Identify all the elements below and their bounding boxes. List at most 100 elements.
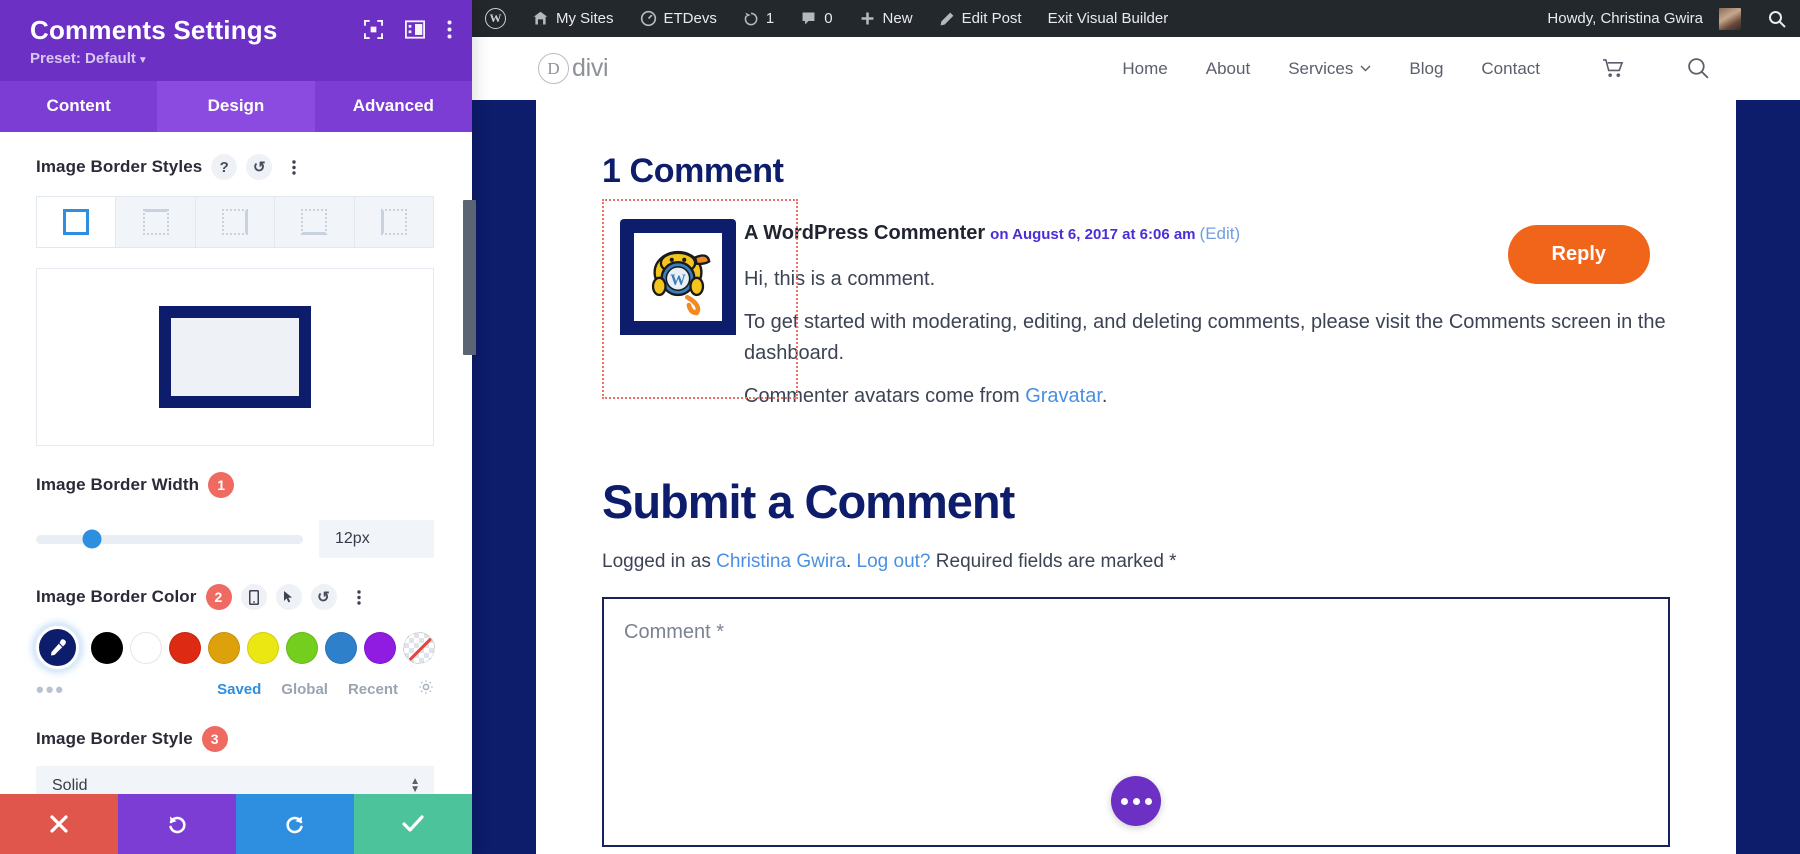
color-tab-recent[interactable]: Recent (348, 681, 398, 698)
color-tab-saved[interactable]: Saved (217, 681, 261, 698)
adminbar-wp-logo[interactable]: W (472, 0, 519, 37)
adminbar-item-comments[interactable]: 0 (787, 0, 845, 37)
module-settings-panel: Comments Settings Preset: Default ▼ Cont… (0, 0, 472, 854)
nav-label: Home (1122, 58, 1168, 78)
border-width-value[interactable]: 12px (319, 520, 434, 559)
tab-advanced[interactable]: Advanced (315, 81, 472, 132)
settings-panel-scrollbar[interactable] (463, 200, 476, 355)
adminbar-item-my-sites[interactable]: My Sites (519, 0, 627, 37)
slider-handle[interactable] (82, 529, 102, 549)
layout-panel-icon[interactable] (405, 20, 425, 39)
divi-logo[interactable]: D divi (538, 53, 609, 84)
adminbar-howdy[interactable]: Howdy, Christina Gwira (1534, 0, 1754, 37)
settings-panel-body: Image Border Styles ? ↺ Image Border Wid… (0, 132, 472, 794)
adminbar-label: Exit Visual Builder (1047, 10, 1169, 27)
border-left-icon (380, 209, 407, 236)
adminbar-item-exit-visual-builder[interactable]: Exit Visual Builder (1035, 0, 1182, 37)
swatch-purple[interactable] (364, 631, 396, 664)
comment-edit-link[interactable]: (Edit) (1200, 224, 1241, 243)
comment-item: W A WordPress Commenter on August 6, 2017… (602, 199, 1670, 412)
tab-design[interactable]: Design (157, 81, 315, 133)
border-width-slider[interactable] (36, 529, 303, 549)
focus-icon[interactable] (364, 20, 383, 39)
tab-content[interactable]: Content (0, 81, 157, 132)
undo-icon[interactable]: ↺ (246, 154, 273, 181)
color-tab-global[interactable]: Global (281, 681, 328, 698)
comment-text: Hi, this is a comment. To get started wi… (744, 264, 1670, 412)
nav-label: Blog (1409, 58, 1444, 78)
adminbar-item-updates[interactable]: 1 (730, 0, 787, 37)
undo-button[interactable] (118, 794, 236, 854)
save-button[interactable] (354, 794, 472, 854)
border-option-left-side[interactable] (353, 196, 435, 249)
adminbar-search-button[interactable] (1754, 0, 1800, 37)
comment-bubble-icon (802, 12, 815, 25)
cart-button[interactable] (1602, 58, 1625, 79)
site-search-button[interactable] (1687, 57, 1710, 80)
nav-item-blog[interactable]: Blog (1409, 59, 1443, 79)
adminbar-item-new[interactable]: New (846, 0, 926, 37)
ellipsis-dot (1144, 797, 1152, 805)
settings-panel-header: Comments Settings Preset: Default ▼ (0, 0, 472, 82)
wp-admin-bar: W My Sites ETDevs 1 0 New Edit Post Exit… (472, 0, 1800, 37)
adminbar-item-etdevs[interactable]: ETDevs (627, 0, 730, 37)
comment-line-3-text: Commenter avatars come from (744, 384, 1026, 407)
color-swatch-footer: ••• Saved Global Recent (36, 678, 434, 700)
logged-in-user-link[interactable]: Christina Gwira (716, 551, 846, 572)
reply-button[interactable]: Reply (1507, 225, 1650, 284)
preset-selector[interactable]: Preset: Default ▼ (30, 50, 450, 67)
nav-item-about[interactable]: About (1206, 59, 1250, 79)
swatch-white[interactable] (130, 631, 162, 664)
image-border-style-select[interactable]: Solid ▲ ▼ (36, 766, 434, 794)
gear-icon[interactable] (418, 679, 434, 700)
nav-label: About (1205, 58, 1251, 78)
swatch-red[interactable] (169, 631, 201, 664)
divi-logo-word: divi (572, 54, 609, 82)
more-vertical-icon[interactable] (346, 584, 372, 610)
border-option-all-sides[interactable] (36, 196, 117, 249)
gravatar-link[interactable]: Gravatar (1025, 385, 1102, 407)
border-top-icon (142, 209, 169, 236)
image-border-style-label-row: Image Border Style 3 (36, 726, 434, 753)
nav-item-services[interactable]: Services (1288, 59, 1371, 79)
nav-item-contact[interactable]: Contact (1481, 59, 1540, 79)
border-option-right-side[interactable] (194, 196, 276, 249)
redo-button[interactable] (236, 794, 354, 854)
swatch-transparent[interactable] (403, 631, 435, 664)
stepper-arrows-icon: ▲ ▼ (410, 776, 420, 794)
more-vertical-icon[interactable] (281, 154, 307, 180)
swatch-black[interactable] (91, 631, 123, 664)
undo-icon[interactable]: ↺ (310, 584, 337, 611)
swatch-blue[interactable] (325, 631, 357, 664)
mobile-icon[interactable] (240, 584, 267, 611)
nav-item-home[interactable]: Home (1122, 59, 1167, 79)
wordpress-icon: W (485, 8, 506, 29)
border-preview-frame (159, 306, 311, 409)
border-option-top-side[interactable] (115, 196, 196, 249)
more-colors-icon[interactable]: ••• (36, 678, 65, 700)
required-fields-note: Required fields are marked * (930, 550, 1177, 572)
adminbar-right: Howdy, Christina Gwira (1534, 0, 1800, 37)
updates-icon (744, 12, 758, 25)
divi-builder-menu-button[interactable] (1111, 776, 1161, 826)
border-option-bottom-side[interactable] (274, 196, 355, 249)
settings-tabs: Content Design Advanced (0, 81, 472, 133)
adminbar-label: Edit Post (961, 10, 1022, 27)
adminbar-item-edit-post[interactable]: Edit Post (926, 0, 1035, 37)
plus-icon (861, 12, 873, 25)
more-vertical-icon[interactable] (447, 20, 452, 39)
swatch-amber[interactable] (208, 631, 240, 664)
border-bottom-icon (301, 209, 328, 236)
preset-label: Preset: Default (30, 50, 136, 68)
eyedropper-icon (50, 639, 66, 656)
cancel-button[interactable] (0, 794, 118, 854)
logout-link[interactable]: Log out? (857, 551, 931, 572)
question-icon[interactable]: ? (211, 154, 238, 181)
comments-heading: 1 Comment (602, 152, 784, 190)
cursor-icon[interactable] (275, 584, 302, 611)
color-tab-links: Saved Global Recent (217, 679, 434, 700)
swatch-yellow[interactable] (247, 631, 279, 664)
swatch-green[interactable] (286, 631, 318, 664)
divi-logo-mark: D (538, 53, 569, 84)
color-picker-current[interactable] (36, 626, 79, 670)
